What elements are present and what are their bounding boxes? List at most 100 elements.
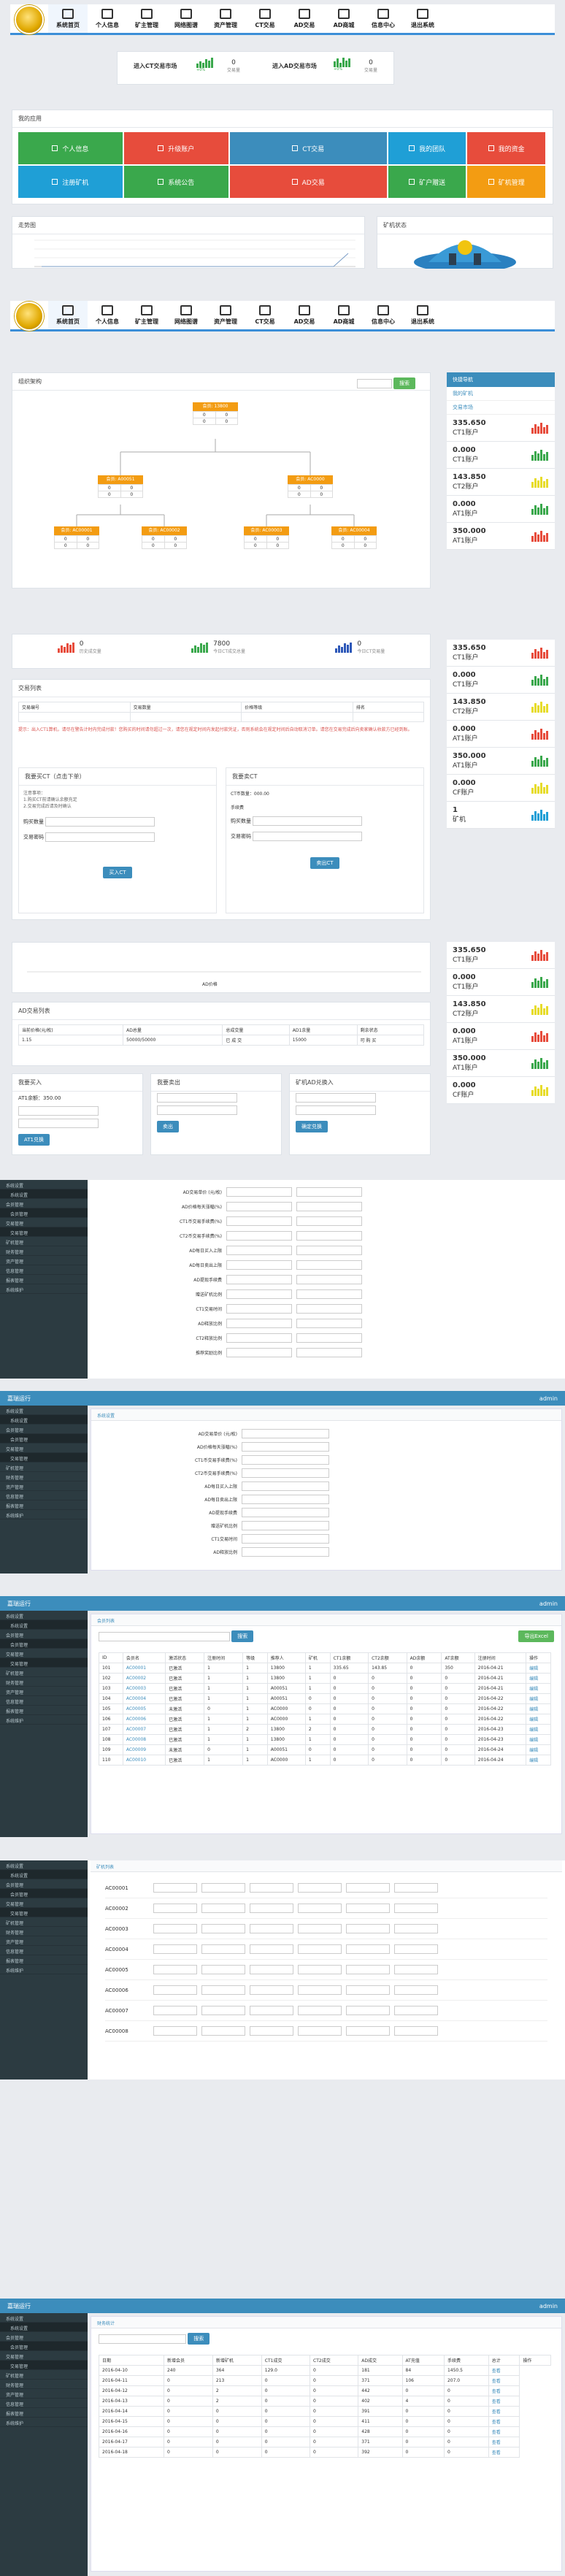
miner-input-7-1[interactable] xyxy=(201,2026,245,2036)
admin-user-3[interactable]: admin xyxy=(539,2303,558,2309)
miner-input-4-3[interactable] xyxy=(298,1965,342,1974)
setting-input2-10[interactable] xyxy=(296,1333,362,1343)
miner-input-1-3[interactable] xyxy=(298,1904,342,1913)
shortcut-tile-0[interactable]: 个人信息 xyxy=(18,132,123,164)
miner-input-0-2[interactable] xyxy=(250,1883,293,1893)
tree-node-a[interactable]: 会员: A00051 0 0 0 0 xyxy=(98,475,143,498)
edit-link[interactable]: 编辑 xyxy=(526,1703,551,1714)
setting-input2-0[interactable] xyxy=(296,1187,362,1197)
admin-menu-4[interactable]: 财务管理 xyxy=(0,1927,88,1936)
nav-item-1[interactable]: 个人信息 xyxy=(88,301,127,329)
at1-exchange-button[interactable]: AT1兑换 xyxy=(18,1134,50,1146)
admin-user[interactable]: admin xyxy=(539,1395,558,1402)
admin-menu-6[interactable]: 信息管理 xyxy=(0,2399,88,2408)
shortcut-tile-3[interactable]: 我的团队 xyxy=(388,132,466,164)
ad-buy-input[interactable] xyxy=(18,1106,99,1116)
buy-ct-button[interactable]: 买入CT xyxy=(103,867,132,878)
admin-menu-2[interactable]: 交易管理 xyxy=(0,1444,88,1453)
admin-menu-2[interactable]: 交易管理 xyxy=(0,1649,88,1658)
nav-item-7[interactable]: AD商城 xyxy=(324,4,364,33)
ad-buy-pwd[interactable] xyxy=(18,1119,99,1128)
admin-menu-3[interactable]: 矿机管理 xyxy=(0,1463,88,1472)
side2-row-4[interactable]: 350.000 AT1账户 xyxy=(447,1050,555,1077)
admin-user-2[interactable]: admin xyxy=(539,1601,558,1607)
admin-menu-5[interactable]: 资产管理 xyxy=(0,2389,88,2399)
side2-row-0[interactable]: 335.650 CT1账户 xyxy=(447,942,555,969)
admin-submenu-1[interactable]: 会员管理 xyxy=(0,1208,88,1218)
admin-menu-6[interactable]: 信息管理 xyxy=(0,1696,88,1706)
finance-search-button[interactable]: 搜索 xyxy=(188,2333,210,2345)
edit-link[interactable]: 编辑 xyxy=(526,1683,551,1694)
ct-market-link[interactable]: 进入CT交易市场 xyxy=(134,62,177,70)
miner-input-5-4[interactable] xyxy=(346,1985,390,1995)
miner-input-0-3[interactable] xyxy=(298,1883,342,1893)
setting-input2-5[interactable] xyxy=(296,1260,362,1270)
setting-input2-1[interactable] xyxy=(296,1201,362,1211)
setting-input-4[interactable] xyxy=(226,1245,292,1255)
admin-submenu-0[interactable]: 系统设置 xyxy=(0,1620,88,1630)
form-input-1[interactable] xyxy=(242,1441,329,1452)
setting-input-10[interactable] xyxy=(226,1333,292,1343)
tree-node-root[interactable]: 会员: 13800 0 0 0 0 xyxy=(193,402,238,425)
setting-input2-11[interactable] xyxy=(296,1347,362,1357)
side2-row-6[interactable]: 1 矿机 xyxy=(447,802,555,829)
shortcut-tile-2[interactable]: CT交易 xyxy=(229,132,387,164)
admin-menu-4[interactable]: 财务管理 xyxy=(0,1246,88,1256)
tree-node-c1[interactable]: 会员: AC00001 0 0 0 0 xyxy=(54,526,99,549)
tab-finance[interactable]: 财务统计 xyxy=(91,2317,561,2328)
setting-input2-4[interactable] xyxy=(296,1245,362,1255)
form-input-0[interactable] xyxy=(242,1428,329,1438)
miner-input-0-5[interactable] xyxy=(394,1883,438,1893)
view-link[interactable]: 查看 xyxy=(488,2375,520,2386)
admin-submenu-0[interactable]: 系统设置 xyxy=(0,2323,88,2332)
sell-ct-button[interactable]: 卖出CT xyxy=(310,857,339,869)
nav-item-3[interactable]: 网络图谱 xyxy=(166,4,206,33)
edit-link[interactable]: 编辑 xyxy=(526,1724,551,1735)
admin-menu-2[interactable]: 交易管理 xyxy=(0,2351,88,2361)
tree-search-input[interactable] xyxy=(356,378,392,388)
admin-menu-5[interactable]: 资产管理 xyxy=(0,1687,88,1696)
miner-input-4-2[interactable] xyxy=(250,1965,293,1974)
miner-input-4-5[interactable] xyxy=(394,1965,438,1974)
admin-menu-5[interactable]: 资产管理 xyxy=(0,1936,88,1946)
admin-submenu-1[interactable]: 会员管理 xyxy=(0,1889,88,1898)
admin-menu-0[interactable]: 系统设置 xyxy=(0,1860,88,1870)
ad-market-link[interactable]: 进入AD交易市场 xyxy=(272,62,317,70)
nav-item-2[interactable]: 矿主管理 xyxy=(127,4,166,33)
setting-input-8[interactable] xyxy=(226,1303,292,1314)
nav-item-6[interactable]: AD交易 xyxy=(285,301,324,329)
setting-input-2[interactable] xyxy=(226,1216,292,1226)
edit-link[interactable]: 编辑 xyxy=(526,1673,551,1684)
shortcut-tile-8[interactable]: 矿户赠送 xyxy=(388,166,466,198)
admin-menu-3[interactable]: 矿机管理 xyxy=(0,1917,88,1927)
view-link[interactable]: 查看 xyxy=(488,2365,520,2376)
admin-submenu-2[interactable]: 交易管理 xyxy=(0,2361,88,2370)
edit-link[interactable]: 编辑 xyxy=(526,1755,551,1766)
miner-input-1-5[interactable] xyxy=(394,1904,438,1913)
miner-input-6-4[interactable] xyxy=(346,2006,390,2015)
admin-menu-0[interactable]: 系统设置 xyxy=(0,2313,88,2323)
admin-menu-3[interactable]: 矿机管理 xyxy=(0,1668,88,1677)
edit-link[interactable]: 编辑 xyxy=(526,1693,551,1704)
admin-menu-2[interactable]: 交易管理 xyxy=(0,1898,88,1908)
buy-pwd-input[interactable] xyxy=(45,832,155,842)
miner-input-1-4[interactable] xyxy=(346,1904,390,1913)
shortcut-tile-9[interactable]: 矿机管理 xyxy=(467,166,545,198)
admin-menu-3[interactable]: 矿机管理 xyxy=(0,1237,88,1246)
setting-input2-7[interactable] xyxy=(296,1289,362,1299)
nav-item-2[interactable]: 矿主管理 xyxy=(127,301,166,329)
admin-menu-1[interactable]: 会员管理 xyxy=(0,1425,88,1434)
admin-menu-8[interactable]: 系统维护 xyxy=(0,1510,88,1519)
view-link[interactable]: 查看 xyxy=(488,2437,520,2447)
miner-input-1-1[interactable] xyxy=(201,1904,245,1913)
setting-input2-6[interactable] xyxy=(296,1274,362,1284)
side-row-4[interactable]: 350.000 AT1账户 xyxy=(447,523,555,550)
miner-input-7-3[interactable] xyxy=(298,2026,342,2036)
form-input-8[interactable] xyxy=(242,1533,329,1544)
miner-input-2-3[interactable] xyxy=(298,1924,342,1933)
setting-input2-9[interactable] xyxy=(296,1318,362,1328)
miner-input-7-2[interactable] xyxy=(250,2026,293,2036)
setting-input-5[interactable] xyxy=(226,1260,292,1270)
miner-input-7-0[interactable] xyxy=(153,2026,197,2036)
admin-menu-5[interactable]: 资产管理 xyxy=(0,1256,88,1265)
